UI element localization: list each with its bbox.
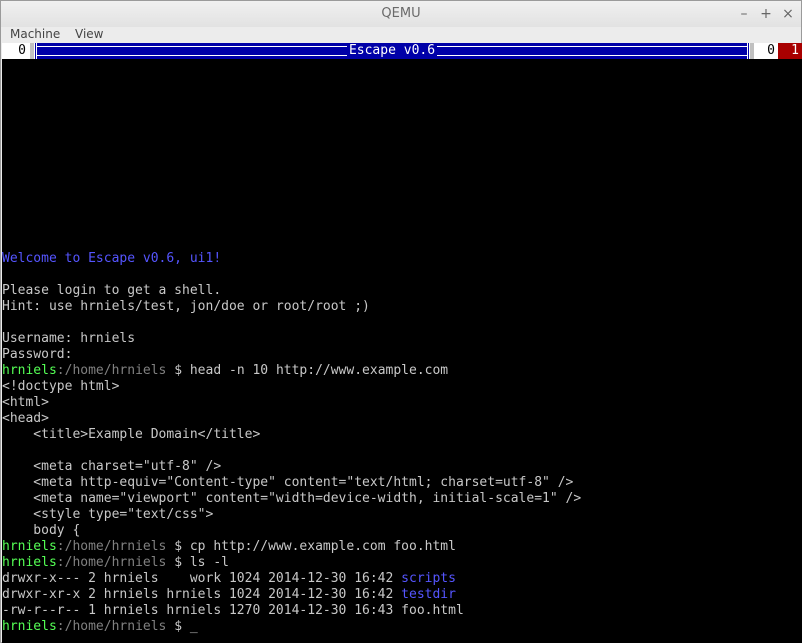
- output-line: <meta http-equiv="Content-type" content=…: [2, 475, 574, 490]
- prompt-path: :/home/hrniels: [56, 555, 167, 570]
- prompt-command: $ cp http://www.example.com foo.html: [166, 539, 456, 554]
- vm-screen[interactable]: 0 Escape v0.6 0 1 Welcome to Escape v0.6…: [2, 43, 802, 643]
- close-icon[interactable]: ×: [779, 5, 797, 23]
- password-line: Password:: [2, 347, 73, 362]
- prompt-line: hrniels:/home/hrniels $ cp http://www.ex…: [2, 539, 802, 555]
- vt-left-indicator[interactable]: 0: [2, 43, 30, 59]
- ls-row: drwxr-xr-x 2 hrniels hrniels 1024 2014-1…: [2, 587, 802, 603]
- ls-row: -rw-r--r-- 1 hrniels hrniels 1270 2014-1…: [2, 603, 802, 619]
- vt-0-indicator[interactable]: 0: [754, 43, 778, 59]
- vt-1-indicator[interactable]: 1: [778, 43, 802, 59]
- prompt-user: hrniels: [2, 555, 57, 570]
- ls-row-meta: drwxr-x--- 2 hrniels work 1024 2014-12-3…: [2, 571, 402, 586]
- qemu-window: QEMU – + × Machine View 0 Escape v0.6 0 …: [0, 0, 802, 643]
- text-cursor: _: [189, 619, 198, 634]
- title-bar[interactable]: QEMU – + ×: [1, 1, 801, 27]
- window-title: QEMU: [381, 6, 421, 21]
- ls-row-name: foo.html: [401, 603, 464, 618]
- output-line: <html>: [2, 395, 49, 410]
- prompt-path: :/home/hrniels: [56, 363, 167, 378]
- prompt-line: hrniels:/home/hrniels $ head -n 10 http:…: [2, 363, 802, 379]
- output-line: <meta name="viewport" content="width=dev…: [2, 491, 582, 506]
- prompt-line: hrniels:/home/hrniels $ ls -l: [2, 555, 802, 571]
- vm-title: Escape v0.6: [346, 43, 438, 58]
- output-line: <title>Example Domain</title>: [2, 427, 261, 442]
- welcome-line: Welcome to Escape v0.6, ui1!: [2, 251, 222, 266]
- menu-bar: Machine View: [1, 27, 801, 43]
- username-line: Username: hrniels: [2, 331, 136, 346]
- output-line: <!doctype html>: [2, 379, 120, 394]
- prompt-user: hrniels: [2, 539, 57, 554]
- terminal-output[interactable]: Welcome to Escape v0.6, ui1! Please logi…: [2, 251, 802, 635]
- menu-machine[interactable]: Machine: [10, 27, 60, 41]
- output-line: body {: [2, 523, 81, 538]
- output-line: <style type="text/css">: [2, 507, 214, 522]
- vm-taskbar: 0 Escape v0.6 0 1: [2, 43, 802, 59]
- output-line: <meta charset="utf-8" />: [2, 459, 222, 474]
- prompt-command: $ head -n 10 http://www.example.com: [166, 363, 449, 378]
- prompt-command: $ ls -l: [166, 555, 229, 570]
- login-message: Please login to get a shell.: [2, 283, 222, 298]
- vm-title-bar: Escape v0.6: [34, 43, 750, 59]
- prompt-command: $: [166, 619, 190, 634]
- ls-row-name: testdir: [401, 587, 456, 602]
- prompt-user: hrniels: [2, 619, 57, 634]
- minimize-icon[interactable]: –: [735, 5, 753, 23]
- menu-view[interactable]: View: [75, 27, 103, 41]
- maximize-icon[interactable]: +: [757, 5, 775, 23]
- ls-row: drwxr-x--- 2 hrniels work 1024 2014-12-3…: [2, 571, 802, 587]
- ls-row-name: scripts: [401, 571, 456, 586]
- output-line: <head>: [2, 411, 49, 426]
- prompt-user: hrniels: [2, 363, 57, 378]
- prompt-path: :/home/hrniels: [56, 539, 167, 554]
- ls-row-meta: -rw-r--r-- 1 hrniels hrniels 1270 2014-1…: [2, 603, 402, 618]
- login-hint: Hint: use hrniels/test, jon/doe or root/…: [2, 299, 370, 314]
- prompt-path: :/home/hrniels: [56, 619, 167, 634]
- ls-row-meta: drwxr-xr-x 2 hrniels hrniels 1024 2014-1…: [2, 587, 402, 602]
- prompt-line: hrniels:/home/hrniels $ _: [2, 619, 802, 635]
